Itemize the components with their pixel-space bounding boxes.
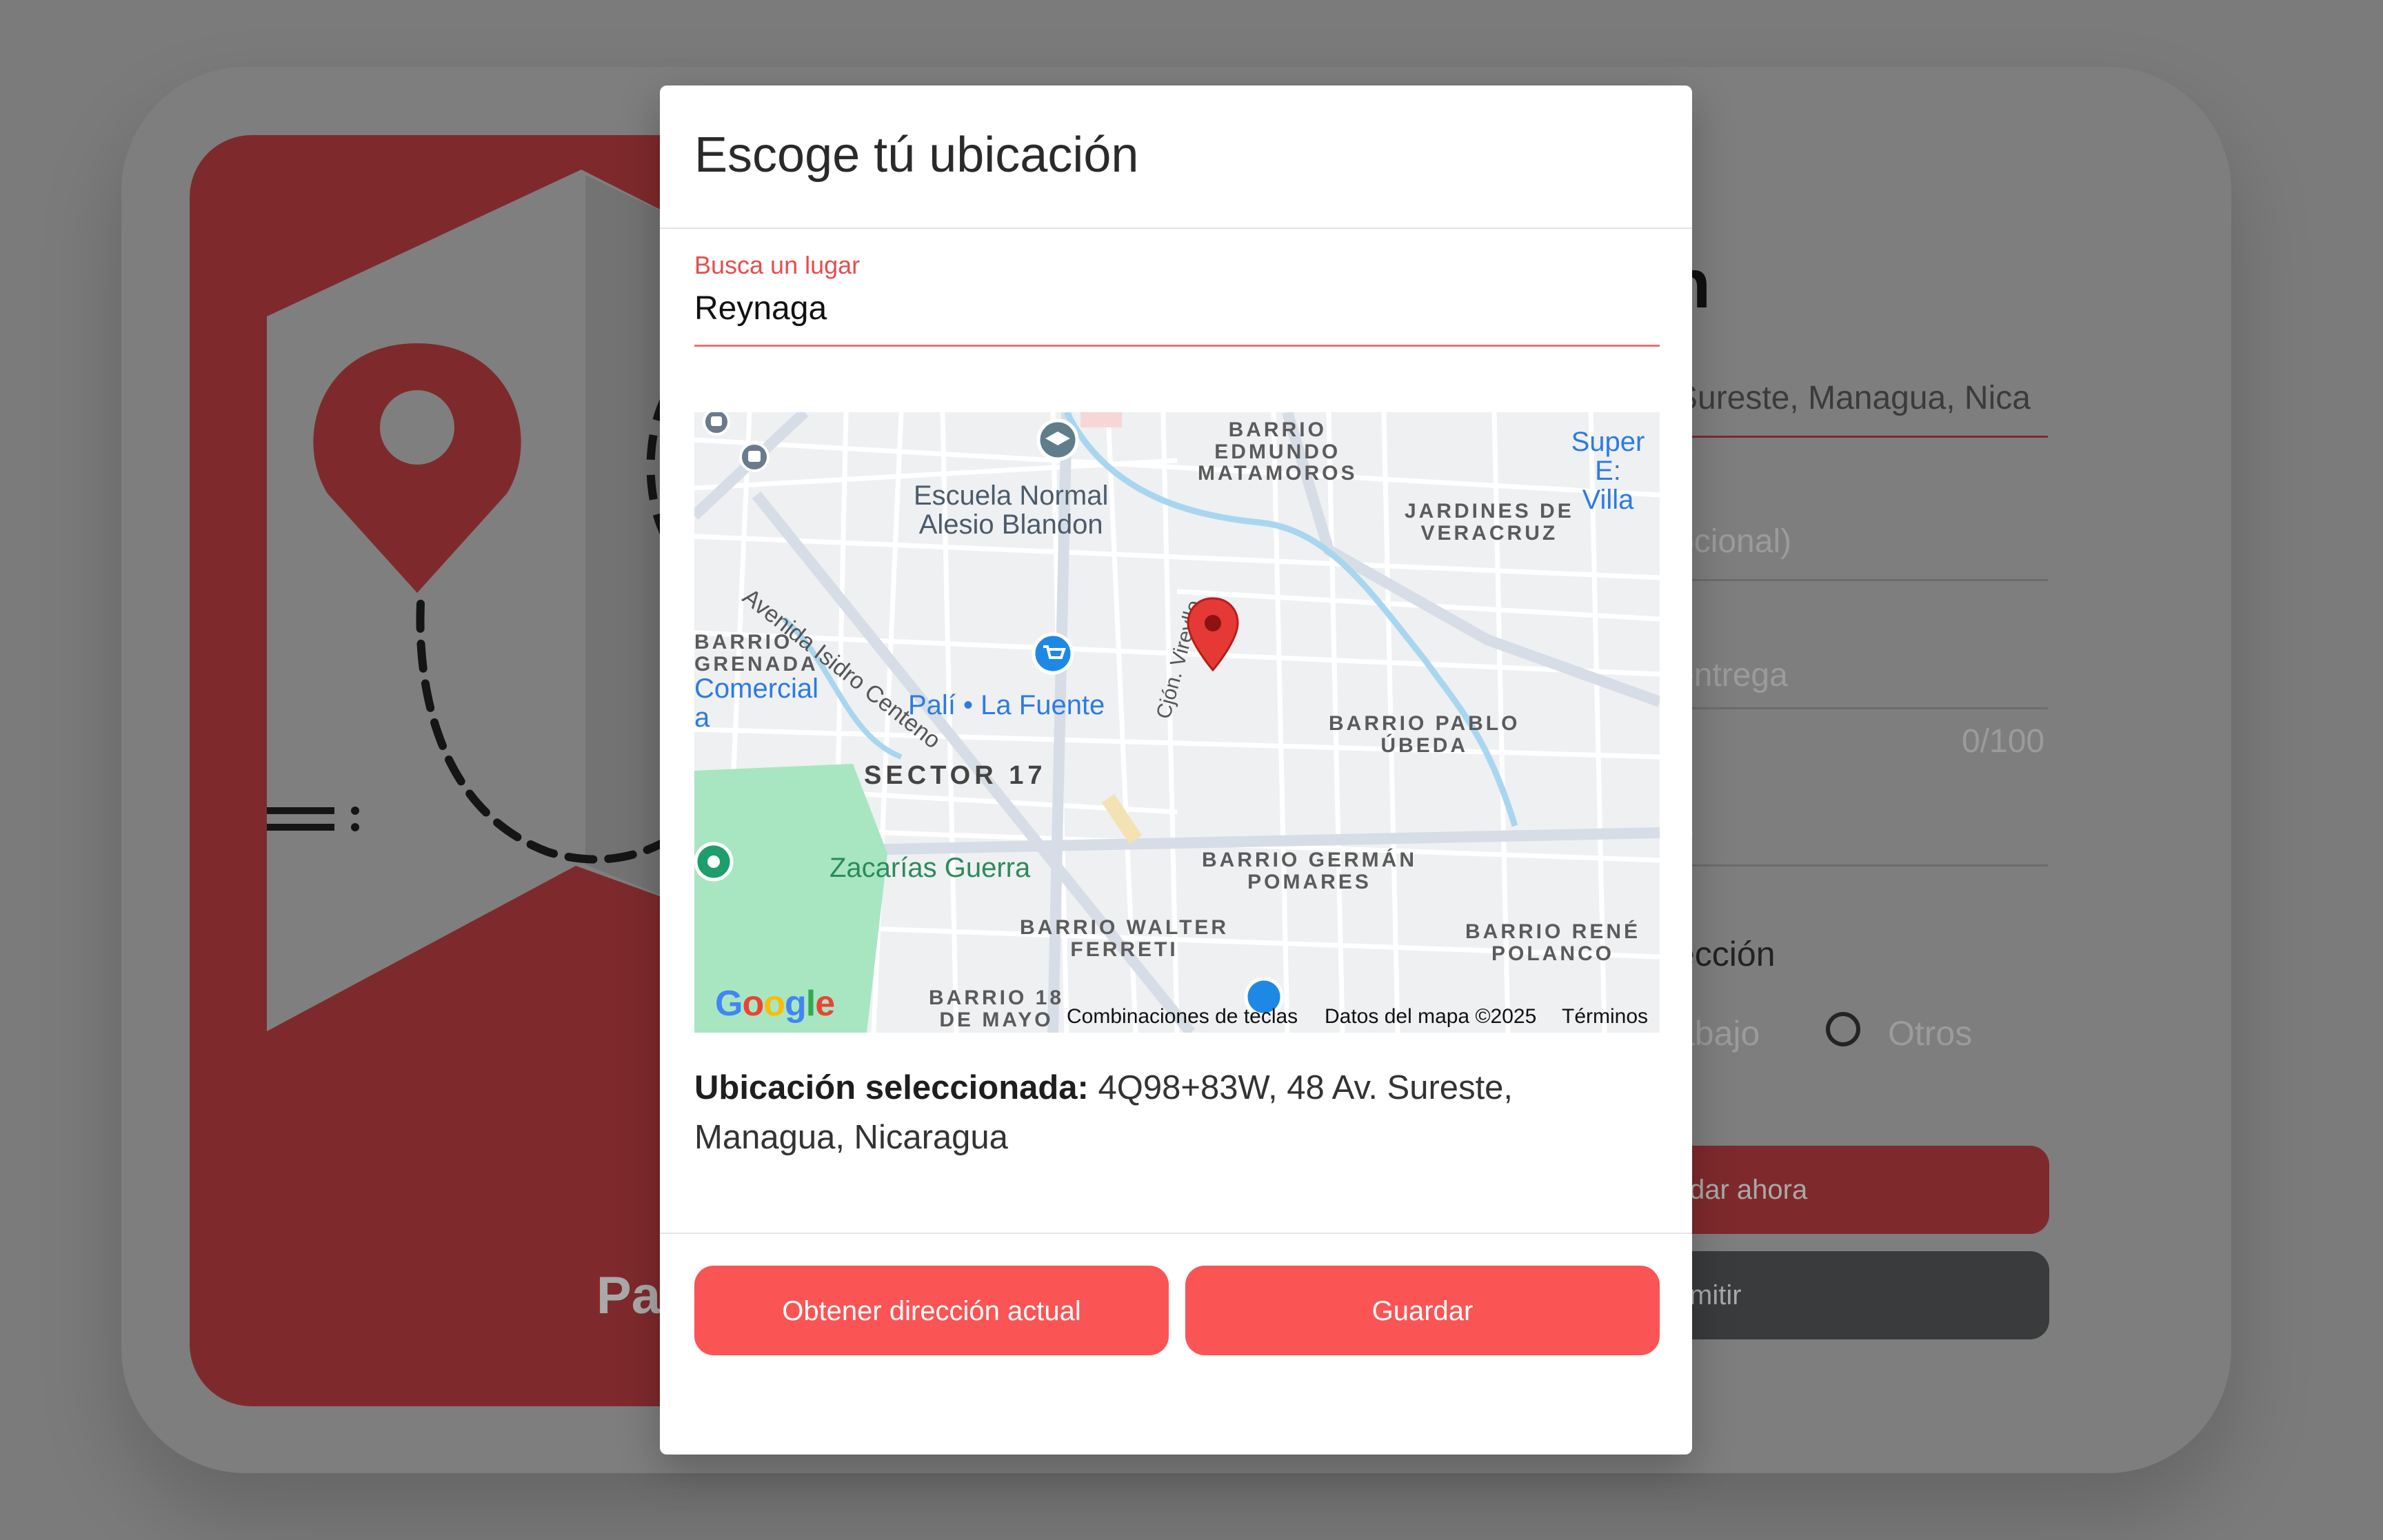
bus-stop-icon[interactable] [701,412,732,437]
skip-button[interactable]: mitir [1669,1251,2049,1339]
map-label-barrio-pablo: BARRIO PABLO ÚBEDA [1329,712,1520,757]
search-underline [694,345,1660,347]
location-modal: Escoge tú ubicación Busca un lugar Reyna… [660,85,1692,1455]
map-data-attribution: Datos del mapa ©2025 [1325,1005,1537,1028]
shopping-cart-icon[interactable] [1031,631,1075,676]
search-label: Busca un lugar [694,251,861,279]
map-label-jardines: JARDINES DE VERACRUZ [1405,500,1574,545]
park-pin-icon[interactable] [694,841,738,889]
reference-field-underline [1669,579,2048,581]
reference-field[interactable]: pcional) [1676,523,1791,560]
modal-footer-divider [660,1233,1692,1234]
selected-location-pin-icon[interactable] [1185,596,1240,673]
map-label-barrio-german: BARRIO GERMÁN POMARES [1202,849,1417,893]
map-label-comercial: Comercial a [694,673,819,733]
modal-header-divider [660,227,1692,229]
notes-counter: 0/100 [1962,723,2045,760]
notes-field[interactable]: entrega [1676,656,1788,694]
address-field-underline [1669,436,2048,438]
map-label-sector: SECTOR 17 [864,761,1047,790]
map-label-escuela: Escuela Normal Alesio Blandon [914,480,1109,540]
map-label-barrio-rene: BARRIO RENÉ POLANCO [1465,920,1641,965]
notes-field-underline [1669,707,2048,709]
terms-link[interactable]: Términos [1562,1005,1648,1029]
map-label-zacarias: Zacarías Guerra [829,853,1031,883]
bus-stop-icon[interactable] [737,440,772,474]
extra-field-underline [1669,864,2048,867]
radio-other[interactable] [1826,1012,1860,1046]
modal-title: Escoge tú ubicación [694,128,1139,183]
map-label-barrio-18: BARRIO 18 DE MAYO [929,986,1065,1031]
school-icon[interactable] [1036,418,1080,462]
selected-location-text: Ubicación seleccionada: 4Q98+83W, 48 Av.… [694,1063,1646,1162]
hero-caption: Pa [596,1266,661,1325]
save-now-button[interactable]: dar ahora [1669,1146,2049,1234]
map-label-pali: Palí • La Fuente [908,690,1105,720]
map-label-barrio-edmundo: BARRIO EDMUNDO MATAMOROS [1198,418,1358,485]
radio-other-label[interactable]: Otros [1888,1013,1972,1053]
get-current-location-button[interactable]: Obtener dirección actual [694,1266,1169,1355]
map-view[interactable]: BARRIO EDMUNDO MATAMOROS Super E: Villa … [694,412,1660,1033]
address-field[interactable]: Sureste, Managua, Nica [1676,379,2031,417]
keyboard-shortcuts-link[interactable]: Combinaciones de teclas [1067,1005,1298,1029]
save-location-button[interactable]: Guardar [1185,1266,1660,1355]
selected-location-label: Ubicación seleccionada: [694,1069,1089,1106]
google-logo: Google [715,984,835,1024]
place-search-input[interactable] [694,284,1660,332]
map-label-barrio-grenada: BARRIO GRENADA [694,631,818,676]
map-label-barrio-walter: BARRIO WALTER FERRETI [1020,916,1229,961]
